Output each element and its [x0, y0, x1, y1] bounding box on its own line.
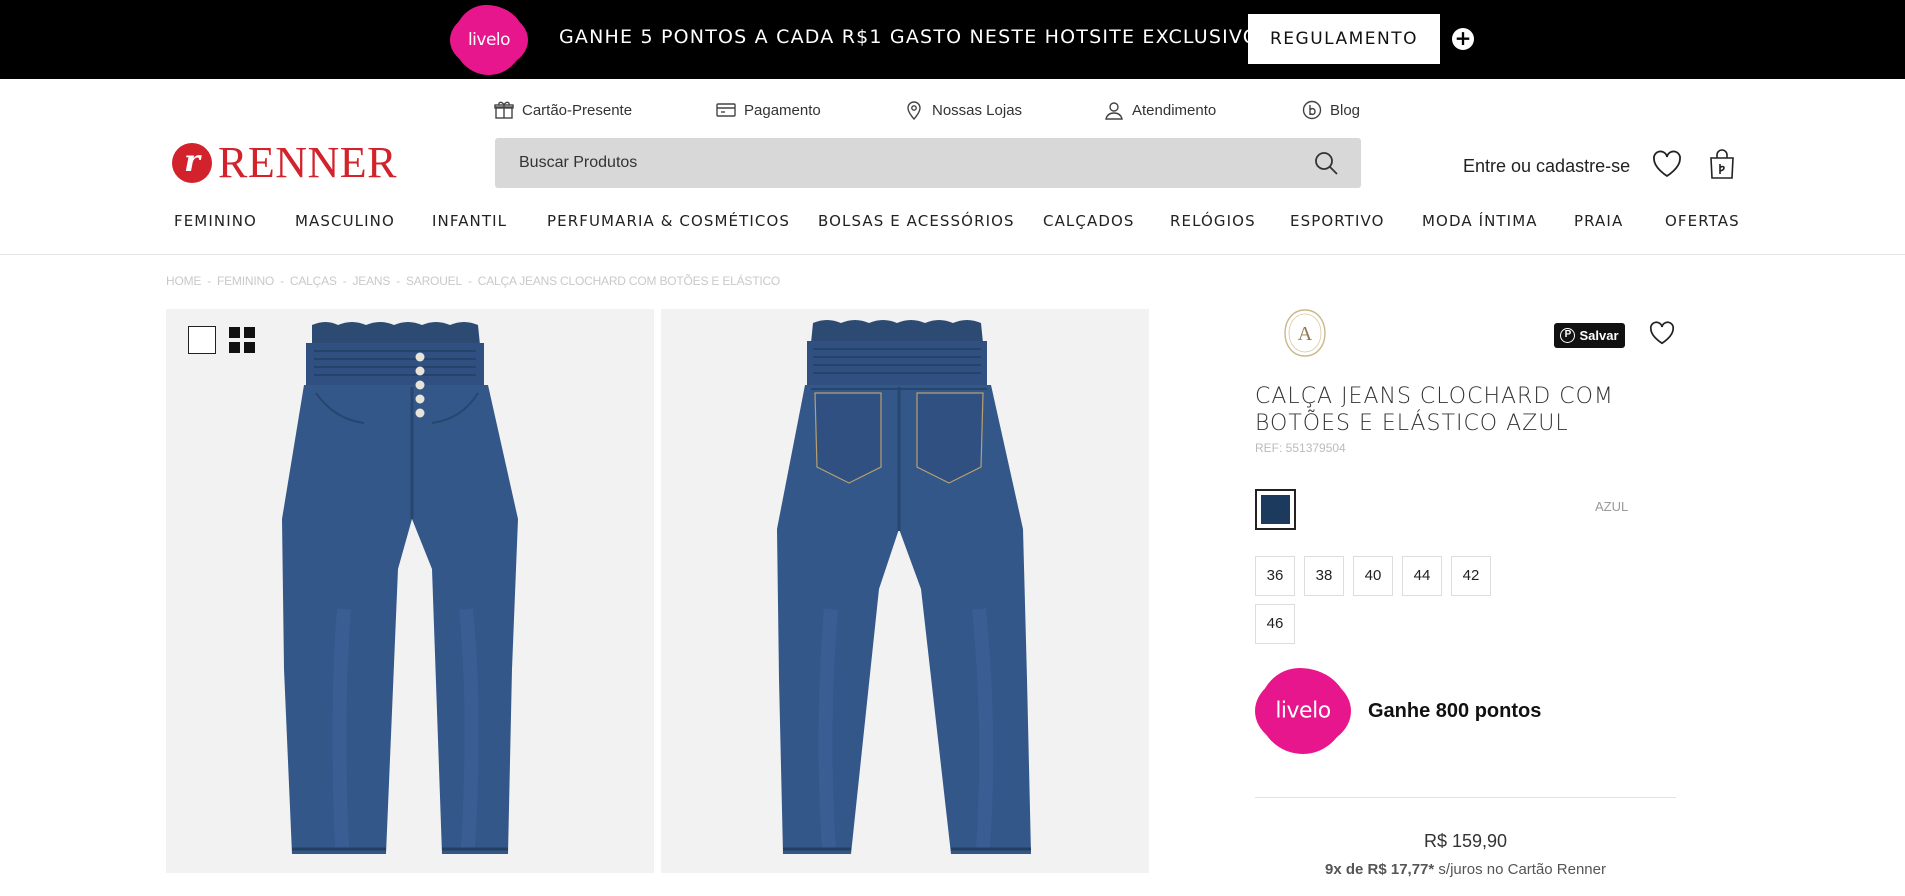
- search-bar: [495, 138, 1361, 188]
- utility-link-payment[interactable]: Pagamento: [716, 100, 821, 120]
- brand-monogram-letter: A: [1298, 323, 1313, 345]
- livelo-points-logo: livelo: [1255, 668, 1351, 754]
- search-icon[interactable]: [1313, 150, 1339, 176]
- utility-links: Cartão-Presente Pagamento Nossas Lojas A…: [0, 100, 1905, 122]
- size-option[interactable]: 40: [1353, 556, 1393, 596]
- plus-circle-icon[interactable]: +: [1452, 28, 1474, 50]
- nav-item-moda-intima[interactable]: MODA ÍNTIMA: [1422, 212, 1538, 230]
- gift-icon: [494, 101, 514, 119]
- blog-icon: [1302, 100, 1322, 120]
- pinterest-save-button[interactable]: P Salvar: [1554, 323, 1625, 348]
- product-image-back[interactable]: [661, 309, 1149, 873]
- size-option[interactable]: 38: [1304, 556, 1344, 596]
- livelo-logo-text: livelo: [467, 30, 511, 50]
- price-divider: [1255, 797, 1676, 798]
- livelo-logo[interactable]: livelo: [450, 5, 528, 75]
- pinterest-icon: P: [1560, 328, 1576, 343]
- product-title: CALÇA JEANS CLOCHARD COM BOTÕES E ELÁSTI…: [1255, 384, 1614, 436]
- single-view-icon[interactable]: [188, 326, 216, 354]
- product-image-front[interactable]: [166, 309, 654, 873]
- nav-item-praia[interactable]: PRAIA: [1574, 212, 1623, 230]
- utility-link-label: Atendimento: [1132, 101, 1217, 119]
- wishlist-heart-icon[interactable]: [1652, 150, 1682, 178]
- breadcrumb: HOME - FEMININO - CALÇAS - JEANS - SAROUEL - CALÇA…: [166, 274, 780, 288]
- breadcrumb-separator: -: [207, 274, 211, 288]
- nav-item-bolsas[interactable]: BOLSAS E ACESSÓRIOS: [818, 212, 1015, 230]
- utility-link-blog[interactable]: Blog: [1302, 100, 1360, 120]
- card-icon: [716, 103, 736, 117]
- utility-link-stores[interactable]: Nossas Lojas: [904, 100, 1022, 120]
- livelo-logo-text: livelo: [1275, 698, 1331, 724]
- header-divider: [0, 254, 1905, 255]
- color-swatch-selected[interactable]: [1255, 489, 1296, 530]
- favorite-heart-icon[interactable]: [1649, 321, 1675, 345]
- breadcrumb-item[interactable]: JEANS: [353, 274, 391, 288]
- nav-item-calcados[interactable]: CALÇADOS: [1043, 212, 1135, 230]
- installments-terms: s/juros no Cartão Renner: [1438, 861, 1606, 878]
- breadcrumb-separator: -: [467, 274, 472, 288]
- nav-item-masculino[interactable]: MASCULINO: [295, 212, 395, 230]
- renner-logo-mark: r: [172, 143, 212, 183]
- location-pin-icon: [907, 101, 921, 120]
- nav-item-infantil[interactable]: INFANTIL: [432, 212, 507, 230]
- breadcrumb-separator: -: [396, 274, 400, 288]
- breadcrumb-item[interactable]: FEMININO: [217, 274, 274, 288]
- breadcrumb-separator: -: [342, 274, 347, 288]
- promo-bar: livelo GANHE 5 PONTOS A CADA R$1 GASTO N…: [0, 0, 1905, 79]
- swatch-fill: [1261, 495, 1290, 524]
- installments-text: 9x de R$ 17,77* s/juros no Cartão Renner: [1255, 861, 1676, 878]
- promo-text: GANHE 5 PONTOS A CADA R$1 GASTO NESTE HO…: [559, 26, 1259, 48]
- nav-item-ofertas[interactable]: OFERTAS: [1665, 212, 1740, 230]
- brand-monogram-logo[interactable]: A: [1283, 308, 1327, 358]
- breadcrumb-current: CALÇA JEANS CLOCHARD COM BOTÕES E ELÁSTI…: [477, 274, 781, 288]
- renner-logo-text: RENNER: [218, 138, 397, 187]
- utility-link-support[interactable]: Atendimento: [1104, 100, 1216, 120]
- user-icon: [1105, 102, 1123, 120]
- utility-link-label: Blog: [1330, 101, 1361, 119]
- main-nav: FEMININO MASCULINO INFANTIL PERFUMARIA &…: [0, 212, 1905, 234]
- size-option[interactable]: 46: [1255, 604, 1295, 644]
- utility-link-label: Nossas Lojas: [932, 101, 1023, 119]
- regulamento-button[interactable]: REGULAMENTO: [1248, 14, 1440, 64]
- product-ref: REF: 551379504: [1255, 441, 1346, 455]
- size-option[interactable]: 42: [1451, 556, 1491, 596]
- search-input[interactable]: [495, 138, 1295, 188]
- pinterest-save-label: Salvar: [1579, 328, 1619, 343]
- size-option[interactable]: 44: [1402, 556, 1442, 596]
- utility-link-gift-card[interactable]: Cartão-Presente: [494, 100, 632, 120]
- shopping-bag-icon[interactable]: [1708, 148, 1736, 180]
- utility-link-label: Cartão-Presente: [522, 101, 633, 119]
- grid-view-icon[interactable]: [228, 326, 256, 354]
- breadcrumb-item[interactable]: CALÇAS: [290, 274, 337, 288]
- nav-item-perfumaria[interactable]: PERFUMARIA & COSMÉTICOS: [547, 212, 790, 230]
- nav-item-esportivo[interactable]: ESPORTIVO: [1290, 212, 1384, 230]
- color-name: AZUL: [1595, 499, 1629, 514]
- livelo-points-text: Ganhe 800 pontos: [1368, 700, 1542, 722]
- breadcrumb-separator: -: [280, 274, 284, 288]
- login-link[interactable]: Entre ou cadastre-se: [1463, 156, 1630, 177]
- product-price: R$ 159,90: [1423, 831, 1508, 851]
- nav-item-relogios[interactable]: RELÓGIOS: [1170, 212, 1256, 230]
- breadcrumb-item[interactable]: HOME: [166, 274, 201, 288]
- nav-item-feminino[interactable]: FEMININO: [174, 212, 257, 230]
- size-option[interactable]: 36: [1255, 556, 1295, 596]
- renner-logo[interactable]: r RENNER: [172, 138, 397, 187]
- breadcrumb-item[interactable]: SAROUEL: [406, 274, 462, 288]
- utility-link-label: Pagamento: [744, 101, 821, 119]
- installments-amount: 9x de R$ 17,77*: [1324, 861, 1435, 878]
